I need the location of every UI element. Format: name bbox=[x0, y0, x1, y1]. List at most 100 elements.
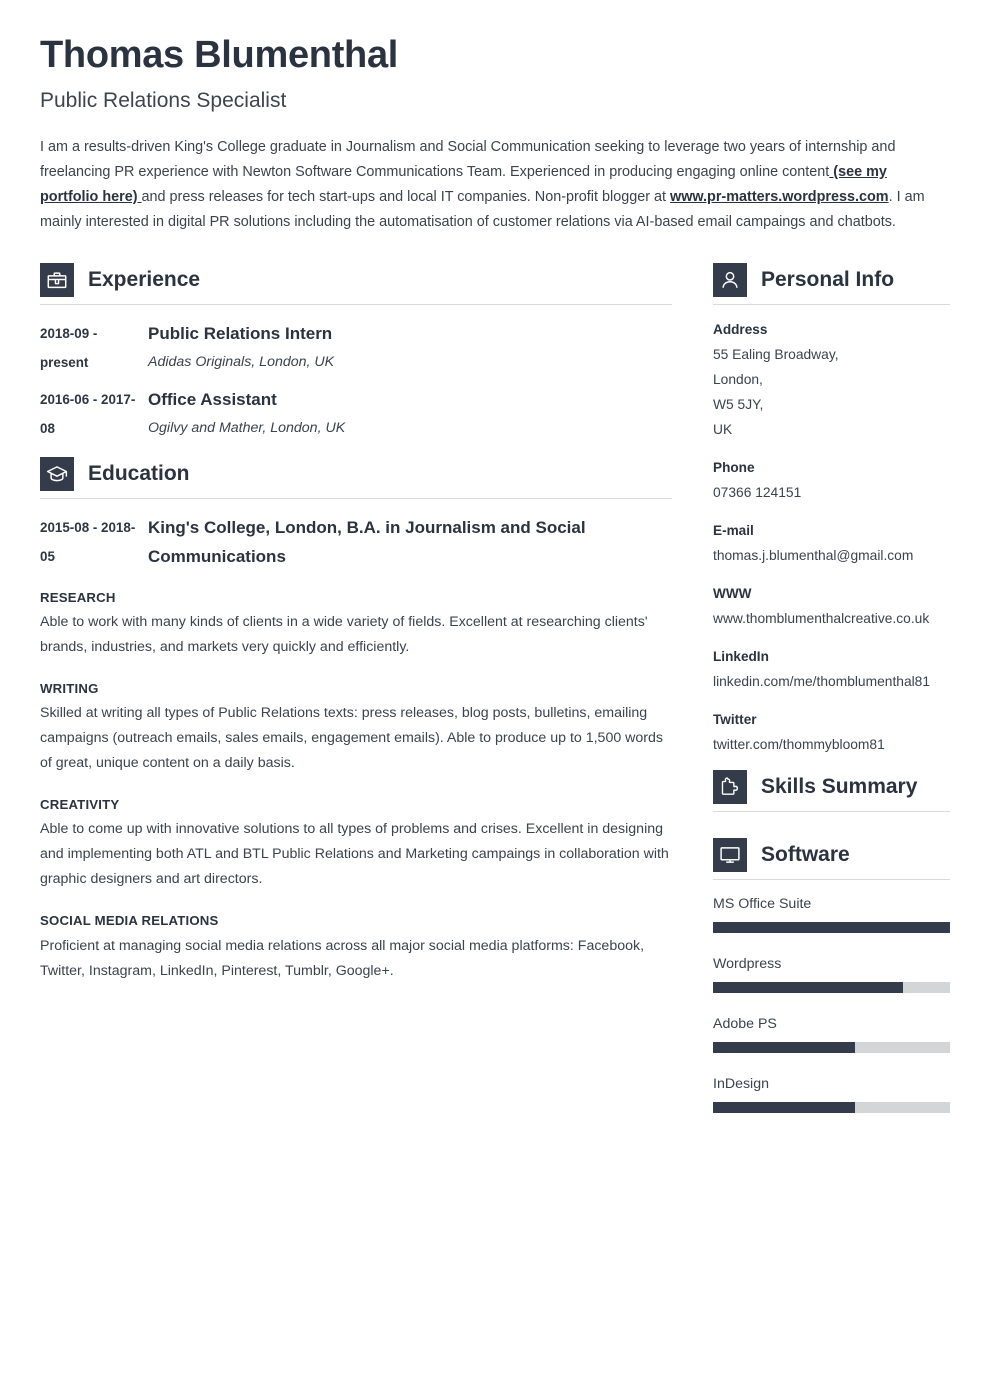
personal-info-section-header: Personal Info bbox=[713, 262, 950, 304]
software-level-fill bbox=[713, 1041, 856, 1053]
info-value: 07366 124151 bbox=[713, 484, 802, 500]
table-row: 2016-06 - 2017-08 Office Assistant Ogilv… bbox=[40, 385, 672, 443]
info-label: Address bbox=[713, 321, 768, 337]
experience-entries: 2018-09 - present Public Relations Inter… bbox=[40, 319, 672, 443]
entry-body: Public Relations Intern Adidas Originals… bbox=[148, 319, 672, 377]
skill-description: Skilled at writing all types of Public R… bbox=[40, 705, 664, 772]
info-group-email: E-mail thomas.j.blumenthal@gmail.com bbox=[713, 518, 950, 568]
skill-description: Able to work with many kinds of clients … bbox=[40, 614, 648, 656]
education-entries: 2015-08 - 2018-05 King's College, London… bbox=[40, 513, 672, 571]
experience-section-header: Experience bbox=[40, 262, 672, 304]
section-divider bbox=[713, 303, 950, 305]
software-section: Software MS Office Suite Wordpress Adobe… bbox=[713, 837, 950, 1113]
entry-body: King's College, London, B.A. in Journali… bbox=[148, 513, 672, 571]
info-group-phone: Phone 07366 124151 bbox=[713, 455, 950, 505]
software-level-track bbox=[713, 921, 950, 933]
entry-dates: 2016-06 - 2017-08 bbox=[40, 391, 136, 436]
software-label: MS Office Suite bbox=[713, 895, 812, 912]
software-level-track bbox=[713, 1101, 950, 1113]
info-value: UK bbox=[713, 421, 733, 437]
section-divider bbox=[713, 810, 950, 812]
skill-name: SOCIAL MEDIA RELATIONS bbox=[40, 913, 219, 929]
software-level-track bbox=[713, 1041, 950, 1053]
entry-body: Office Assistant Ogilvy and Mather, Lond… bbox=[148, 385, 672, 443]
software-label: InDesign bbox=[713, 1075, 769, 1092]
entry-role: Office Assistant bbox=[148, 389, 277, 409]
page-title: Thomas Blumenthal bbox=[40, 34, 399, 76]
professional-summary: I am a results-driven King's College gra… bbox=[40, 138, 925, 230]
entry-dates: 2015-08 - 2018-05 bbox=[40, 519, 136, 564]
skills-summary-body bbox=[713, 824, 950, 838]
personal-info-section: Personal Info Address 55 Ealing Broadway… bbox=[713, 262, 950, 757]
software-label: Wordpress bbox=[713, 955, 782, 972]
resume-header: Thomas Blumenthal Public Relations Speci… bbox=[0, 0, 990, 235]
person-icon bbox=[713, 262, 747, 297]
summary-link[interactable]: www.pr-matters.wordpress.com bbox=[670, 189, 889, 205]
briefcase-icon bbox=[40, 262, 74, 297]
skill-name: WRITING bbox=[40, 681, 99, 697]
info-group-address: Address 55 Ealing Broadway, London, W5 5… bbox=[713, 317, 950, 442]
software-item: InDesign bbox=[713, 1072, 950, 1113]
info-value: 55 Ealing Broadway, bbox=[713, 346, 839, 362]
monitor-icon bbox=[713, 837, 747, 872]
software-level-fill bbox=[713, 1101, 856, 1113]
info-value: London, bbox=[713, 371, 763, 387]
skill-block: RESEARCH Able to work with many kinds of… bbox=[40, 589, 672, 660]
section-divider bbox=[40, 497, 672, 499]
entry-organization: Adidas Originals, London, UK bbox=[148, 353, 335, 370]
info-label: Twitter bbox=[713, 711, 757, 727]
education-section-title: Education bbox=[88, 462, 190, 486]
experience-section: Experience 2018-09 - present Public Rela… bbox=[40, 262, 672, 443]
skill-blocks: RESEARCH Able to work with many kinds of… bbox=[40, 589, 672, 984]
section-divider bbox=[40, 303, 672, 305]
job-title: Public Relations Specialist bbox=[40, 88, 287, 112]
skill-description: Able to come up with innovative solution… bbox=[40, 821, 669, 888]
personal-info-section-title: Personal Info bbox=[761, 268, 895, 292]
info-value: linkedin.com/me/thomblumenthal81 bbox=[713, 673, 931, 689]
right-column: Personal Info Address 55 Ealing Broadway… bbox=[713, 262, 950, 1132]
resume-page: Thomas Blumenthal Public Relations Speci… bbox=[0, 0, 990, 1400]
experience-section-title: Experience bbox=[88, 268, 201, 292]
content-columns: Experience 2018-09 - present Public Rela… bbox=[0, 262, 990, 1132]
entry-role: Public Relations Intern bbox=[148, 323, 333, 343]
skills-summary-section: Skills Summary bbox=[713, 769, 950, 838]
skill-description: Proficient at managing social media rela… bbox=[40, 937, 645, 979]
software-label: Adobe PS bbox=[713, 1015, 777, 1032]
entry-dates: 2018-09 - present bbox=[40, 325, 98, 370]
table-row: 2015-08 - 2018-05 King's College, London… bbox=[40, 513, 672, 571]
skill-block: WRITING Skilled at writing all types of … bbox=[40, 680, 672, 776]
skill-name: RESEARCH bbox=[40, 589, 116, 605]
table-row: 2018-09 - present Public Relations Inter… bbox=[40, 319, 672, 377]
education-section-header: Education bbox=[40, 456, 672, 498]
info-group-www: WWW www.thomblumenthalcreative.co.uk bbox=[713, 581, 950, 631]
skill-block: CREATIVITY Able to come up with innovati… bbox=[40, 796, 672, 892]
entry-organization: Ogilvy and Mather, London, UK bbox=[148, 419, 346, 436]
software-item: MS Office Suite bbox=[713, 892, 950, 933]
info-label: E-mail bbox=[713, 522, 754, 538]
info-value: www.thomblumenthalcreative.co.uk bbox=[713, 610, 930, 626]
skill-name: CREATIVITY bbox=[40, 797, 120, 813]
software-section-title: Software bbox=[761, 843, 850, 867]
education-section: Education 2015-08 - 2018-05 King's Colle… bbox=[40, 456, 672, 571]
skills-summary-section-title: Skills Summary bbox=[761, 775, 918, 799]
puzzle-piece-icon bbox=[713, 769, 747, 804]
software-item: Wordpress bbox=[713, 952, 950, 993]
info-label: WWW bbox=[713, 585, 752, 601]
info-value: thomas.j.blumenthal@gmail.com bbox=[713, 547, 914, 563]
entry-role: King's College, London, B.A. in Journali… bbox=[148, 517, 586, 566]
software-level-fill bbox=[713, 921, 950, 933]
software-level-track bbox=[713, 981, 950, 993]
software-section-header: Software bbox=[713, 837, 950, 879]
skills-summary-section-header: Skills Summary bbox=[713, 769, 950, 811]
graduation-cap-icon bbox=[40, 456, 74, 491]
skill-block: SOCIAL MEDIA RELATIONS Proficient at man… bbox=[40, 912, 672, 983]
info-label: Phone bbox=[713, 459, 755, 475]
info-value: twitter.com/thommybloom81 bbox=[713, 736, 885, 752]
section-divider bbox=[713, 878, 950, 880]
info-value: W5 5JY, bbox=[713, 396, 764, 412]
info-label: LinkedIn bbox=[713, 648, 769, 664]
info-group-twitter: Twitter twitter.com/thommybloom81 bbox=[713, 707, 950, 757]
info-group-linkedin: LinkedIn linkedin.com/me/thomblumenthal8… bbox=[713, 644, 950, 694]
software-level-fill bbox=[713, 981, 903, 993]
left-column: Experience 2018-09 - present Public Rela… bbox=[40, 262, 672, 984]
